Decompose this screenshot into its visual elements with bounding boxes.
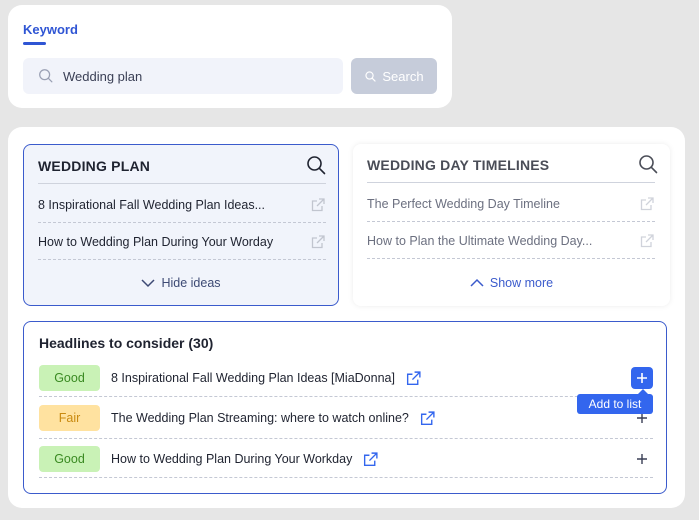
external-link-icon[interactable] xyxy=(405,370,422,387)
list-item-text: How to Plan the Ultimate Wedding Day... xyxy=(367,233,593,248)
headlines-panel: Headlines to consider (30) Good 8 Inspir… xyxy=(23,321,667,494)
divider xyxy=(39,396,653,397)
list-item[interactable]: The Perfect Wedding Day Timeline xyxy=(367,185,655,222)
headline-text: 8 Inspirational Fall Wedding Plan Ideas … xyxy=(111,371,395,385)
results-card: WEDDING PLAN 8 Inspirational Fall Weddin… xyxy=(8,127,685,508)
headline-row: Fair The Wedding Plan Streaming: where t… xyxy=(39,403,653,433)
divider xyxy=(39,477,653,478)
search-icon[interactable] xyxy=(306,155,326,175)
panel-title: WEDDING DAY TIMELINES xyxy=(367,157,550,173)
divider xyxy=(367,258,655,259)
list-item-text: How to Wedding Plan During Your Worday xyxy=(38,234,274,249)
tab-active-indicator xyxy=(23,42,46,45)
list-item[interactable]: How to Plan the Ultimate Wedding Day... xyxy=(367,222,655,259)
external-link-icon[interactable] xyxy=(310,197,326,213)
search-input[interactable] xyxy=(63,68,323,84)
topic-panel-wedding-day-timelines: WEDDING DAY TIMELINES The Perfect Weddin… xyxy=(353,144,670,306)
add-to-list-button[interactable] xyxy=(631,448,653,470)
search-field[interactable] xyxy=(23,58,343,94)
headline-text: How to Wedding Plan During Your Workday xyxy=(111,452,353,466)
status-badge: Fair xyxy=(39,405,100,431)
external-link-icon[interactable] xyxy=(639,196,655,212)
divider xyxy=(39,438,653,439)
divider xyxy=(38,259,326,260)
external-link-icon[interactable] xyxy=(419,410,436,427)
headlines-title: Headlines to consider (30) xyxy=(39,335,214,351)
search-button-label: Search xyxy=(382,68,424,84)
status-badge: Good xyxy=(39,365,100,391)
external-link-icon[interactable] xyxy=(310,234,326,250)
search-icon[interactable] xyxy=(638,154,658,174)
list-item[interactable]: How to Wedding Plan During Your Worday xyxy=(38,223,326,260)
headline-row: Good 8 Inspirational Fall Wedding Plan I… xyxy=(39,363,653,393)
panel-title: WEDDING PLAN xyxy=(38,158,151,174)
chevron-down-icon xyxy=(141,279,155,288)
chevron-up-icon xyxy=(470,278,484,287)
external-link-icon[interactable] xyxy=(639,233,655,249)
hide-ideas-label: Hide ideas xyxy=(161,276,221,290)
list-item[interactable]: 8 Inspirational Fall Wedding Plan Ideas.… xyxy=(38,186,326,223)
divider xyxy=(367,182,655,183)
add-to-list-button[interactable] xyxy=(631,367,653,389)
search-icon xyxy=(365,70,377,82)
tab-keyword[interactable]: Keyword xyxy=(23,22,78,37)
show-more-label: Show more xyxy=(489,276,554,290)
add-to-list-tooltip: Add to list xyxy=(577,389,653,414)
list-item-text: The Perfect Wedding Day Timeline xyxy=(367,196,560,211)
plus-icon xyxy=(637,373,647,383)
status-badge: Good xyxy=(39,446,100,472)
divider xyxy=(38,183,326,184)
topic-panel-wedding-plan: WEDDING PLAN 8 Inspirational Fall Weddin… xyxy=(23,144,339,306)
show-more-button[interactable]: Show more xyxy=(353,276,670,290)
search-button[interactable]: Search xyxy=(351,58,437,94)
search-icon xyxy=(39,69,53,83)
list-item-text: 8 Inspirational Fall Wedding Plan Ideas.… xyxy=(38,197,265,212)
hide-ideas-button[interactable]: Hide ideas xyxy=(24,276,338,290)
keyword-card: Keyword Search xyxy=(8,5,452,108)
headline-text: The Wedding Plan Streaming: where to wat… xyxy=(111,411,409,425)
headline-row: Good How to Wedding Plan During Your Wor… xyxy=(39,444,653,474)
plus-icon xyxy=(637,454,647,464)
external-link-icon[interactable] xyxy=(362,451,379,468)
